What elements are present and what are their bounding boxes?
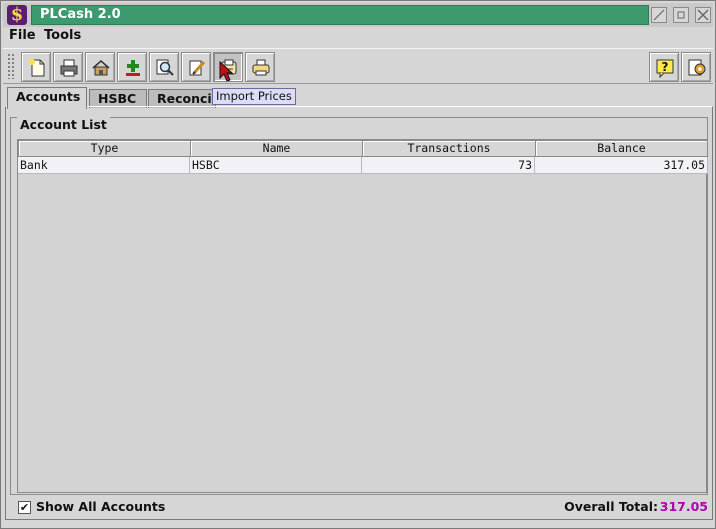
show-all-accounts-checkbox[interactable]: ✔: [18, 501, 31, 514]
accounts-table[interactable]: Type Name Transactions Balance Bank HSBC…: [17, 139, 708, 493]
mouse-cursor-icon: [219, 61, 233, 82]
title-bar[interactable]: $ PLCash 2.0: [3, 3, 713, 27]
toolbar-grip[interactable]: [7, 53, 15, 79]
cell-transactions[interactable]: 73: [362, 157, 535, 174]
minimize-icon: [653, 9, 665, 21]
home-button[interactable]: [85, 52, 115, 82]
tab-label: Reconcil: [157, 91, 216, 106]
settings-icon: [688, 59, 706, 76]
group-title: Account List: [17, 117, 110, 132]
cell-balance[interactable]: 317.05: [535, 157, 708, 174]
title-strip[interactable]: PLCash 2.0: [31, 5, 649, 25]
printer-icon: [252, 59, 270, 76]
show-all-accounts-label[interactable]: Show All Accounts: [36, 499, 165, 514]
tab-strip: Accounts HSBC Reconcil: [5, 87, 713, 109]
find-button[interactable]: [149, 52, 179, 82]
home-icon: [92, 60, 110, 76]
window-title: PLCash 2.0: [40, 7, 121, 22]
close-button[interactable]: [695, 7, 711, 23]
add-icon: [126, 60, 140, 76]
maximize-icon: [677, 11, 685, 19]
print-preview-button[interactable]: [53, 52, 83, 82]
new-button[interactable]: [21, 52, 51, 82]
print-icon: [60, 59, 78, 77]
menu-tools[interactable]: Tools: [44, 28, 81, 43]
help-button[interactable]: ?: [649, 52, 679, 82]
menu-bar: File Tools: [3, 27, 713, 47]
search-icon: [156, 59, 174, 76]
column-header-name[interactable]: Name: [190, 140, 363, 157]
table-row[interactable]: Bank HSBC 73 317.05: [18, 157, 708, 174]
edit-button[interactable]: [181, 52, 211, 82]
application-window: $ PLCash 2.0 File Tools ? Accounts HSBC …: [0, 0, 716, 529]
column-header-balance[interactable]: Balance: [535, 140, 708, 157]
dollar-icon: $: [7, 5, 27, 25]
import-prices-tooltip: Import Prices: [212, 88, 296, 105]
edit-icon: [189, 60, 206, 76]
help-icon: ?: [656, 59, 674, 78]
toolbar: ?: [3, 48, 713, 84]
menu-file[interactable]: File: [9, 28, 36, 43]
cell-name[interactable]: HSBC: [190, 157, 362, 174]
overall-total-value: 317.05: [659, 499, 708, 514]
add-transaction-button[interactable]: [117, 52, 147, 82]
column-header-transactions[interactable]: Transactions: [362, 140, 536, 157]
overall-total-label: Overall Total:: [564, 499, 658, 514]
account-list-group: Account List Type Name Transactions Bala…: [10, 117, 708, 495]
accounts-panel: Account List Type Name Transactions Bala…: [5, 106, 713, 520]
settings-button[interactable]: [681, 52, 711, 82]
new-icon: [29, 59, 45, 77]
tab-label: Accounts: [16, 89, 81, 104]
table-header: Type Name Transactions Balance: [18, 140, 708, 157]
minimize-button[interactable]: [651, 7, 667, 23]
print-button[interactable]: [245, 52, 275, 82]
cell-type[interactable]: Bank: [18, 157, 190, 174]
close-icon: [697, 9, 709, 21]
column-header-type[interactable]: Type: [18, 140, 191, 157]
tab-label: HSBC: [98, 91, 137, 106]
footer-bar: ✔ Show All Accounts Overall Total: 317.0…: [10, 498, 708, 518]
svg-text:?: ?: [662, 60, 669, 74]
tab-accounts[interactable]: Accounts: [7, 87, 87, 109]
maximize-button[interactable]: [673, 7, 689, 23]
